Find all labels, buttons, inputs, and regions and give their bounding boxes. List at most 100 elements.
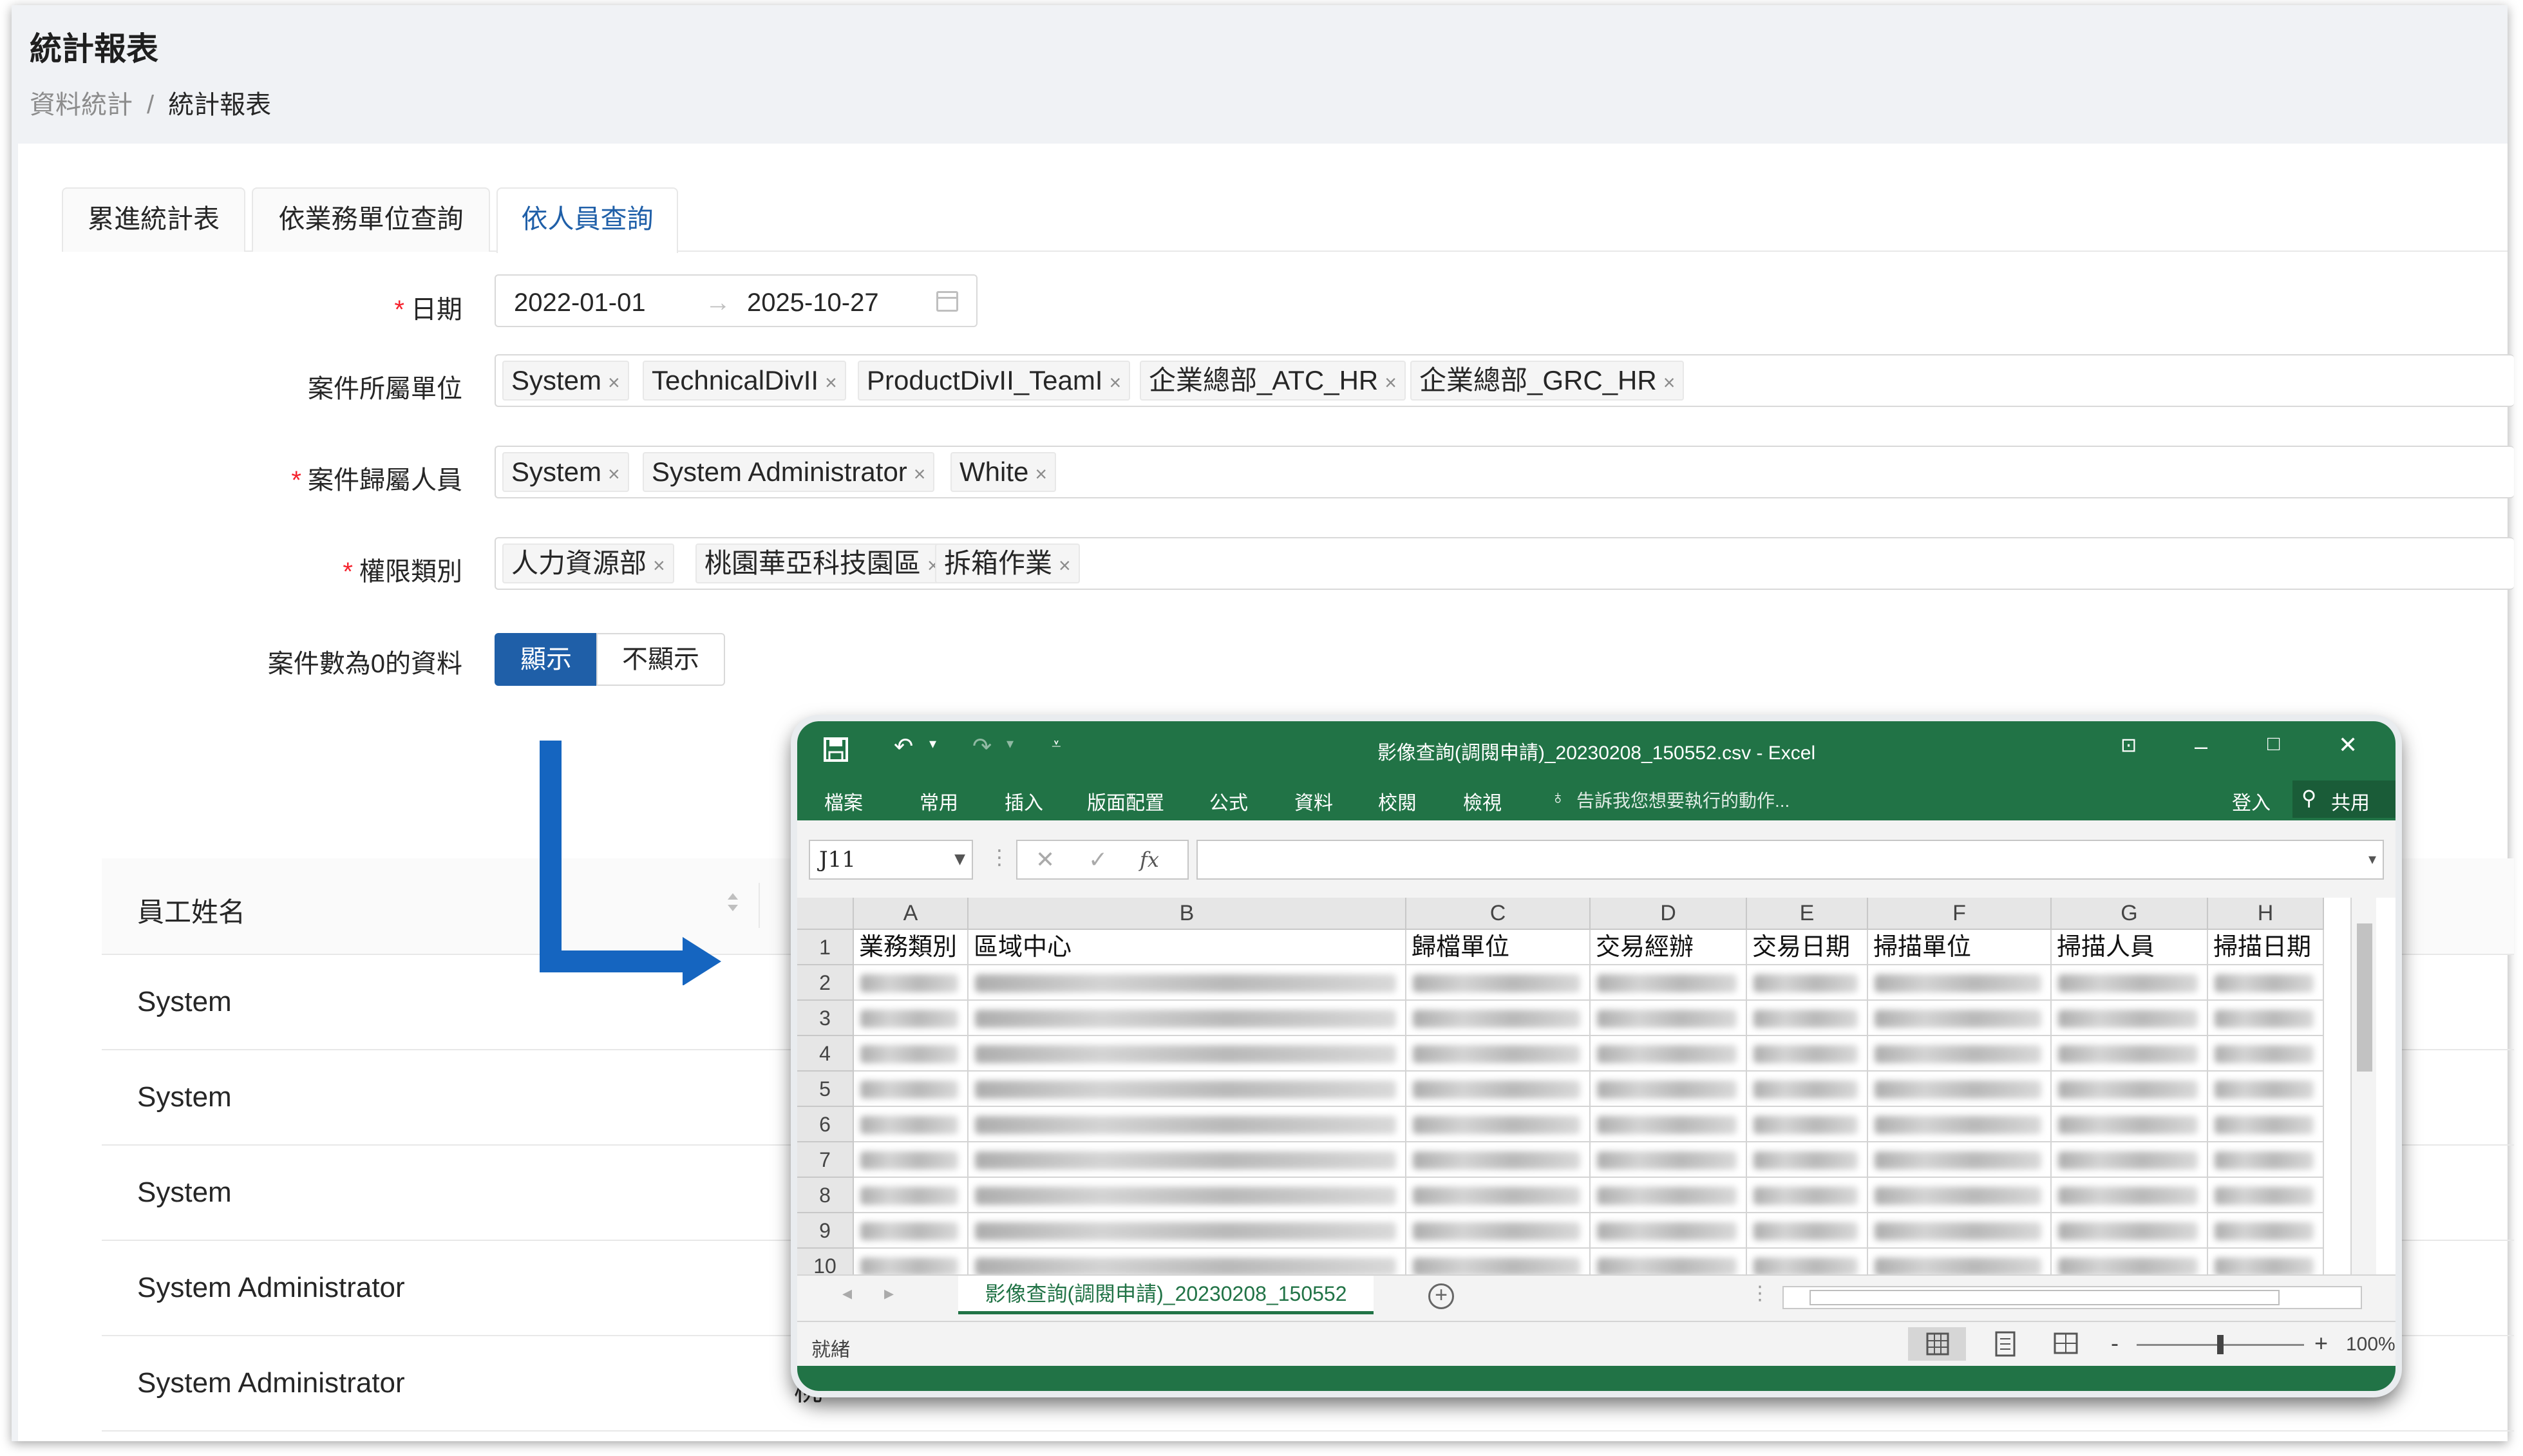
sign-in-link[interactable]: 登入: [2232, 787, 2271, 815]
redacted-cell[interactable]: [969, 1107, 1406, 1142]
sheet-next-icon[interactable]: ▸: [884, 1282, 894, 1305]
column-header-e[interactable]: E: [1747, 898, 1868, 930]
redacted-cell[interactable]: [1591, 1213, 1747, 1249]
share-button[interactable]: ⚲ 共用: [2292, 780, 2395, 818]
redacted-cell[interactable]: [1868, 1036, 2052, 1072]
redacted-cell[interactable]: [1591, 1072, 1747, 1107]
redacted-cell[interactable]: [1406, 1036, 1591, 1072]
redacted-cell[interactable]: [969, 1001, 1406, 1036]
redacted-cell[interactable]: [2208, 1142, 2324, 1178]
column-header-a[interactable]: A: [854, 898, 969, 930]
redacted-cell[interactable]: [2052, 1036, 2208, 1072]
redacted-cell[interactable]: [1868, 1001, 2052, 1036]
row-header[interactable]: 5: [797, 1072, 854, 1107]
redacted-cell[interactable]: [2052, 1249, 2208, 1274]
redacted-cell[interactable]: [854, 1001, 969, 1036]
redacted-cell[interactable]: [2208, 1107, 2324, 1142]
date-start-input[interactable]: 2022-01-01: [514, 288, 646, 317]
tab-cumulative[interactable]: 累進統計表: [62, 187, 245, 252]
column-header-g[interactable]: G: [2052, 898, 2208, 930]
header-cell[interactable]: 歸檔單位: [1406, 930, 1591, 965]
header-cell[interactable]: 交易日期: [1747, 930, 1868, 965]
redacted-cell[interactable]: [1747, 965, 1868, 1001]
column-header-f[interactable]: F: [1868, 898, 2052, 930]
name-box-dropdown-icon[interactable]: ▼: [954, 841, 965, 878]
tag-close-icon[interactable]: ×: [1109, 371, 1121, 394]
redacted-cell[interactable]: [1747, 1213, 1868, 1249]
redacted-cell[interactable]: [969, 1213, 1406, 1249]
minimize-icon[interactable]: –: [2195, 733, 2207, 760]
undo-icon[interactable]: ↶: [894, 733, 913, 760]
ribbon-tab-review[interactable]: 校閱: [1378, 787, 1417, 815]
function-icon[interactable]: fx: [1140, 847, 1159, 872]
redacted-cell[interactable]: [854, 1249, 969, 1274]
redacted-cell[interactable]: [854, 1178, 969, 1213]
redacted-cell[interactable]: [969, 1249, 1406, 1274]
tag-close-icon[interactable]: ×: [914, 462, 926, 486]
redo-icon[interactable]: ↷: [972, 733, 992, 760]
tab-by-person[interactable]: 依人員查詢: [496, 187, 678, 253]
zoom-slider[interactable]: [2137, 1335, 2304, 1354]
redacted-cell[interactable]: [1868, 1107, 2052, 1142]
scroll-thumb[interactable]: [1810, 1290, 2280, 1305]
column-header-b[interactable]: B: [969, 898, 1406, 930]
redacted-cell[interactable]: [1747, 1178, 1868, 1213]
header-cell[interactable]: 業務類別: [854, 930, 969, 965]
perm-select[interactable]: 人力資源部 × 桃園華亞科技園區 × 拆箱作業 ×: [495, 537, 2514, 590]
ribbon-tab-view[interactable]: 檢視: [1463, 787, 1502, 815]
header-cell[interactable]: 掃描單位: [1868, 930, 2052, 965]
redacted-cell[interactable]: [1591, 1249, 1747, 1274]
redacted-cell[interactable]: [2208, 1036, 2324, 1072]
redacted-cell[interactable]: [1406, 1072, 1591, 1107]
header-cell[interactable]: 掃描日期: [2208, 930, 2324, 965]
scroll-thumb[interactable]: [2357, 923, 2372, 1072]
redacted-cell[interactable]: [1868, 965, 2052, 1001]
redacted-cell[interactable]: [1868, 1142, 2052, 1178]
row-header[interactable]: 10: [797, 1249, 854, 1274]
tag-close-icon[interactable]: ×: [1384, 371, 1397, 394]
tag-close-icon[interactable]: ×: [608, 462, 620, 486]
enter-icon[interactable]: ✓: [1088, 846, 1108, 873]
row-header[interactable]: 2: [797, 965, 854, 1001]
ribbon-display-icon[interactable]: ⊡: [2121, 734, 2137, 757]
redacted-cell[interactable]: [1406, 1001, 1591, 1036]
normal-view-icon[interactable]: [1908, 1327, 1966, 1361]
sheet-prev-icon[interactable]: ◂: [842, 1282, 852, 1305]
redacted-cell[interactable]: [2208, 1001, 2324, 1036]
add-sheet-icon[interactable]: +: [1428, 1283, 1454, 1309]
redacted-cell[interactable]: [2052, 965, 2208, 1001]
redacted-cell[interactable]: [1591, 1178, 1747, 1213]
sheet-tab[interactable]: 影像查詢(調閱申請)_20230208_150552: [958, 1276, 1374, 1314]
worksheet-grid[interactable]: A B C D E F G H 1 業務類別 區域中心 歸檔單位 交易經辦 交易日期 掃描單位 掃描人員 掃描日…: [797, 898, 2395, 1274]
redacted-cell[interactable]: [2208, 1249, 2324, 1274]
header-cell[interactable]: 交易經辦: [1591, 930, 1747, 965]
redacted-cell[interactable]: [1591, 1107, 1747, 1142]
redacted-cell[interactable]: [854, 1036, 969, 1072]
customize-toolbar-icon[interactable]: ⩡: [1052, 734, 1061, 755]
tag-close-icon[interactable]: ×: [608, 371, 620, 394]
redacted-cell[interactable]: [1868, 1249, 2052, 1274]
redacted-cell[interactable]: [1406, 965, 1591, 1001]
horizontal-scrollbar[interactable]: [1782, 1286, 2362, 1309]
maximize-icon[interactable]: □: [2267, 732, 2280, 755]
column-header-h[interactable]: H: [2208, 898, 2324, 930]
column-employee-name[interactable]: 員工姓名: [137, 891, 245, 930]
redacted-cell[interactable]: [1747, 1072, 1868, 1107]
redacted-cell[interactable]: [854, 1213, 969, 1249]
redacted-cell[interactable]: [1868, 1072, 2052, 1107]
cancel-icon[interactable]: ✕: [1035, 846, 1055, 873]
redacted-cell[interactable]: [969, 1178, 1406, 1213]
redacted-cell[interactable]: [1747, 1107, 1868, 1142]
redacted-cell[interactable]: [1591, 1036, 1747, 1072]
redacted-cell[interactable]: [969, 965, 1406, 1001]
row-header[interactable]: 6: [797, 1107, 854, 1142]
header-cell[interactable]: 區域中心: [969, 930, 1406, 965]
tell-me-box[interactable]: 告訴我您想要執行的動作...: [1576, 787, 1790, 813]
expand-icon[interactable]: ▾: [2368, 850, 2376, 869]
redacted-cell[interactable]: [1868, 1178, 2052, 1213]
sort-icon[interactable]: [725, 889, 741, 922]
show-button[interactable]: 顯示: [495, 633, 598, 686]
redacted-cell[interactable]: [1406, 1178, 1591, 1213]
redacted-cell[interactable]: [969, 1036, 1406, 1072]
redacted-cell[interactable]: [1406, 1142, 1591, 1178]
